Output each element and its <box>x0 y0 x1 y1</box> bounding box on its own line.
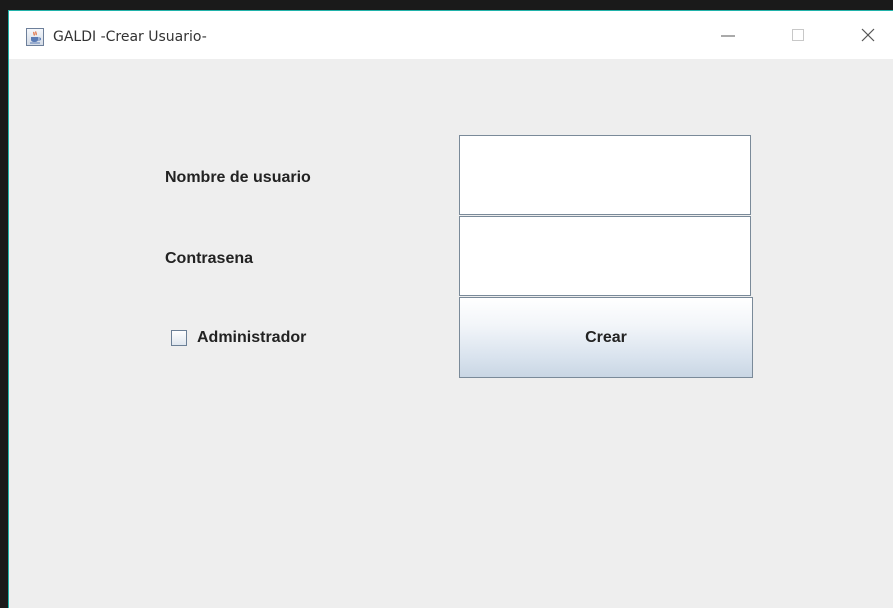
minimize-icon <box>721 35 735 37</box>
password-field[interactable] <box>459 216 751 296</box>
admin-checkbox-label[interactable]: Administrador <box>197 328 306 348</box>
title-bar[interactable]: GALDI -Crear Usuario- <box>9 11 893 59</box>
username-label: Nombre de usuario <box>165 169 311 186</box>
maximize-button[interactable] <box>775 19 821 51</box>
desktop: GALDI -Crear Usuario- Nombre de usuario <box>0 0 893 608</box>
maximize-icon <box>792 29 804 41</box>
create-button[interactable]: Crear <box>459 297 753 378</box>
java-cup-icon <box>26 28 44 46</box>
admin-checkbox[interactable] <box>171 330 187 346</box>
close-icon <box>861 28 875 42</box>
close-button[interactable] <box>845 19 891 51</box>
app-window: GALDI -Crear Usuario- Nombre de usuario <box>8 10 893 608</box>
form-panel: Nombre de usuario Contrasena Administrad… <box>9 59 893 608</box>
password-label: Contrasena <box>165 250 254 267</box>
window-title: GALDI -Crear Usuario- <box>53 29 207 45</box>
minimize-button[interactable] <box>705 19 751 51</box>
username-field[interactable] <box>459 135 751 215</box>
